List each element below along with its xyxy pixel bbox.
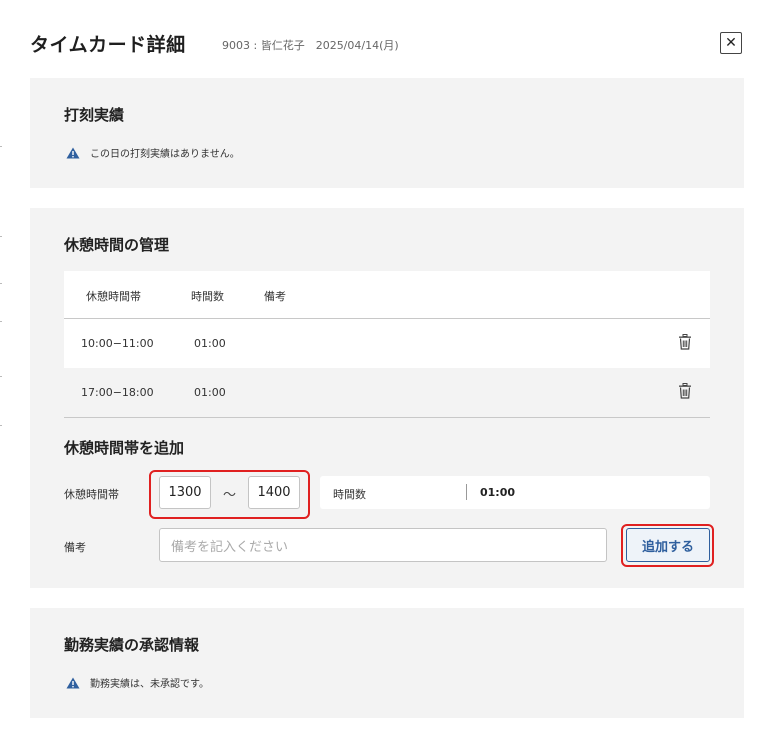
warning-icon <box>66 677 80 688</box>
add-break-button[interactable]: 追加する <box>626 528 710 562</box>
table-header: 休憩時間帯 時間数 備考 <box>64 271 710 319</box>
note-label: 備考 <box>64 541 86 554</box>
approval-info-section: 勤務実績の承認情報 勤務実績は、未承認です。 <box>30 608 744 718</box>
break-end-input[interactable]: 1400 <box>248 476 300 509</box>
break-start-input[interactable]: 1300 <box>159 476 211 509</box>
column-header-range: 休憩時間帯 <box>86 290 141 303</box>
modal-title: タイムカード詳細 <box>30 34 186 56</box>
add-break-title: 休憩時間帯を追加 <box>64 439 185 457</box>
break-table: 休憩時間帯 時間数 備考 10:00−11:00 01:00 17:00−18:… <box>64 271 710 418</box>
approval-notice: 勤務実績は、未承認です。 <box>66 675 209 690</box>
punch-records-notice: この日の打刻実績はありません。 <box>66 145 240 160</box>
table-row: 10:00−11:00 01:00 <box>64 319 710 368</box>
range-separator: 〜 <box>223 488 237 503</box>
note-input[interactable]: 備考を記入ください <box>159 528 607 562</box>
hours-value: 01:00 <box>480 486 516 499</box>
hours-divider <box>466 484 467 500</box>
column-header-hours: 時間数 <box>191 290 224 303</box>
approval-info-title: 勤務実績の承認情報 <box>64 636 200 654</box>
break-management-section: 休憩時間の管理 休憩時間帯 時間数 備考 10:00−11:00 01:00 1… <box>30 208 744 588</box>
trash-icon[interactable] <box>678 383 692 399</box>
notice-text: 勤務実績は、未承認です。 <box>90 679 209 690</box>
notice-text: この日の打刻実績はありません。 <box>90 149 240 160</box>
punch-records-title: 打刻実績 <box>64 106 125 124</box>
punch-records-section: 打刻実績 この日の打刻実績はありません。 <box>30 78 744 188</box>
break-range-label: 休憩時間帯 <box>64 488 119 501</box>
hours-label: 時間数 <box>333 488 366 501</box>
warning-icon <box>66 147 80 158</box>
break-hours-cell: 01:00 <box>194 386 226 399</box>
break-range-cell: 17:00−18:00 <box>81 386 154 399</box>
hours-display: 時間数 01:00 <box>320 476 710 509</box>
table-row: 17:00−18:00 01:00 <box>64 368 710 418</box>
break-hours-cell: 01:00 <box>194 337 226 350</box>
close-button[interactable]: ✕ <box>720 32 742 54</box>
break-range-cell: 10:00−11:00 <box>81 337 154 350</box>
timecard-detail-modal: タイムカード詳細 9003 : 皆仁花子 2025/04/14(月) ✕ 打刻実… <box>2 0 769 746</box>
close-icon: ✕ <box>725 35 737 51</box>
column-header-note: 備考 <box>264 290 286 303</box>
employee-date-meta: 9003 : 皆仁花子 2025/04/14(月) <box>222 39 399 52</box>
trash-icon[interactable] <box>678 334 692 350</box>
break-management-title: 休憩時間の管理 <box>64 236 170 254</box>
